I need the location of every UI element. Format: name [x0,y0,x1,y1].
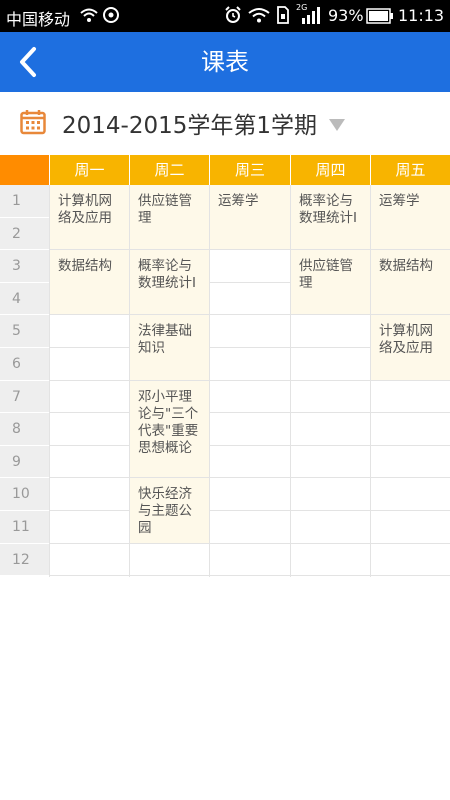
status-bar: 中国移动 2G 93% 11:13 [0,0,450,32]
grid-line [49,575,450,577]
clock: 11:13 [398,6,445,25]
course-block[interactable]: 计算机网络及应用 [371,315,450,380]
day-header: 周四 [290,155,370,185]
grid-line [49,412,450,414]
grid-line [49,542,450,544]
period-number: 5 [0,315,49,348]
period-number: 9 [0,445,49,479]
period-number: 3 [0,250,49,283]
grid-line [49,477,450,479]
course-block[interactable]: 法律基础知识 [130,315,209,380]
period-number: 6 [0,348,49,381]
course-block[interactable]: 数据结构 [50,250,129,315]
grid-line [49,510,450,511]
triangle-down-icon[interactable] [329,119,345,131]
day-header: 周五 [370,155,450,185]
period-number: 4 [0,282,49,316]
wifi-icon [80,8,98,22]
period-number: 12 [0,543,49,577]
course-block[interactable]: 运筹学 [371,185,450,250]
course-block[interactable]: 邓小平理论与"三个代表"重要思想概论 [130,380,209,478]
period-number: 10 [0,478,49,511]
course-block[interactable]: 运筹学 [210,185,290,250]
signal-icon [302,7,320,24]
sim-icon [277,6,289,24]
calendar-icon [20,110,46,135]
course-block[interactable]: 快乐经济与主题公园 [130,478,209,543]
course-block[interactable]: 供应链管理 [130,185,209,250]
timetable-grid: 周一 周二 周三 周四 周五 1 2 3 4 5 6 7 8 9 10 11 12 计算机网络及应用 数据结构 供应链… [0,155,450,577]
battery-percentage: 93% [328,6,364,25]
page-title: 课表 [201,48,249,76]
grid-line [49,444,450,446]
period-number: 1 [0,185,49,218]
period-number: 11 [0,511,49,544]
chevron-left-icon[interactable] [14,46,44,78]
header-corner [0,155,49,185]
day-header: 周三 [209,155,290,185]
period-number: 8 [0,413,49,446]
course-block[interactable]: 计算机网络及应用 [50,185,129,250]
day-header: 周二 [129,155,209,185]
grid-line [49,379,450,381]
wifi-icon [248,8,270,23]
period-number: 2 [0,217,49,251]
semester-selector[interactable]: 2014-2015学年第1学期 [0,92,450,154]
course-block[interactable]: 供应链管理 [291,250,370,315]
battery-icon [366,8,393,24]
alarm-icon [225,6,241,23]
carrier-name: 中国移动 [6,10,71,29]
day-header: 周一 [49,155,129,185]
app-bar: 课表 [0,32,450,92]
period-number: 7 [0,380,49,414]
sync-icon [103,7,119,23]
course-block[interactable]: 数据结构 [371,250,450,315]
course-block[interactable]: 概率论与数理统计I [291,185,370,250]
semester-label: 2014-2015学年第1学期 [62,113,317,139]
course-block[interactable]: 概率论与数理统计I [130,250,209,315]
